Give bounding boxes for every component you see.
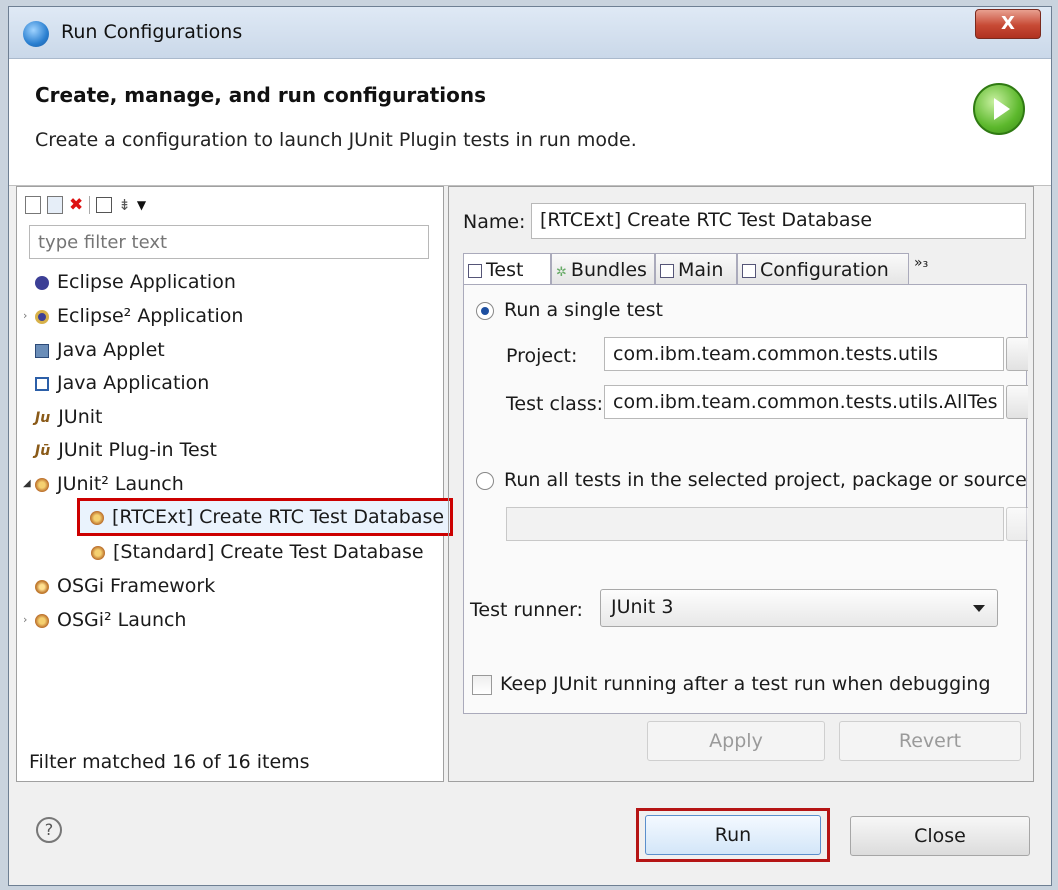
expand-chevron-icon[interactable]: ›	[23, 605, 27, 635]
dropdown-arrow-icon	[973, 605, 985, 612]
config-tabs: Test ✲ Bundles Main Configuration »₃	[463, 253, 1027, 285]
configuration-editor-pane: Name: [RTCExt] Create RTC Test Database …	[448, 186, 1034, 782]
project-label: Project:	[506, 345, 578, 367]
close-button[interactable]: Close	[850, 816, 1030, 856]
tree-item-junit-plugin-test[interactable]: Jū JUnit Plug-in Test	[35, 435, 217, 465]
name-label: Name:	[463, 211, 526, 233]
help-icon[interactable]: ?	[36, 817, 62, 843]
tree-item-standard-create-test-database[interactable]: [Standard] Create Test Database	[91, 537, 424, 567]
tree-item-eclipse2-application[interactable]: › Eclipse² Application	[23, 301, 243, 331]
new-configuration-icon[interactable]	[25, 196, 41, 214]
tab-configuration[interactable]: Configuration	[737, 253, 909, 285]
tree-item-osgi-framework[interactable]: OSGi Framework	[35, 571, 215, 601]
main-tab-icon	[660, 263, 674, 278]
eclipse-application-icon	[35, 275, 49, 290]
more-tabs-chevron[interactable]: »₃	[914, 255, 928, 271]
tab-main[interactable]: Main	[655, 253, 737, 285]
junit2-launch-icon	[35, 477, 49, 492]
tab-test[interactable]: Test	[463, 253, 551, 285]
run-banner-icon	[973, 83, 1025, 135]
filter-input[interactable]	[29, 225, 429, 259]
view-menu-icon[interactable]: ▼	[137, 198, 146, 212]
run-single-test-radio[interactable]	[476, 301, 494, 320]
apply-button[interactable]: Apply	[647, 721, 825, 761]
name-field[interactable]: [RTCExt] Create RTC Test Database	[531, 203, 1026, 239]
junit2-launch-config-icon	[91, 545, 105, 560]
dialog-header: Create, manage, and run configurations C…	[9, 59, 1051, 186]
configuration-tab-icon	[742, 263, 756, 278]
container-field[interactable]	[506, 507, 1004, 541]
test-class-label: Test class:	[506, 393, 604, 415]
java-applet-icon	[35, 343, 49, 358]
keep-junit-running-checkbox[interactable]	[472, 674, 492, 695]
tree-item-osgi2-launch[interactable]: › OSGi² Launch	[23, 605, 186, 635]
tree-item-eclipse-application[interactable]: Eclipse Application	[35, 267, 236, 297]
container-search-button[interactable]	[1006, 507, 1028, 541]
project-browse-button[interactable]	[1006, 337, 1028, 371]
expand-chevron-icon[interactable]: ›	[23, 301, 27, 331]
test-class-field[interactable]: com.ibm.team.common.tests.utils.AllTes	[604, 385, 1004, 419]
header-title: Create, manage, and run configurations	[35, 83, 486, 107]
run-single-test-option[interactable]: Run a single test	[476, 299, 663, 321]
test-runner-label: Test runner:	[470, 599, 583, 621]
bundles-tab-icon: ✲	[556, 265, 567, 280]
duplicate-icon[interactable]	[47, 196, 63, 214]
tree-item-java-applet[interactable]: Java Applet	[35, 335, 165, 365]
eclipse-app-icon	[23, 21, 49, 47]
window-title: Run Configurations	[61, 21, 243, 43]
toolbar-separator	[89, 196, 91, 214]
run-all-tests-radio[interactable]	[476, 471, 494, 490]
collapse-all-icon[interactable]	[96, 197, 113, 213]
run-button-highlight: Run	[636, 808, 830, 862]
java-application-icon	[35, 376, 49, 391]
tree-toolbar: ✖ ⇟ ▼	[25, 193, 146, 217]
run-button[interactable]: Run	[645, 815, 821, 855]
test-tab-icon	[468, 263, 482, 278]
run-all-tests-option[interactable]: Run all tests in the selected project, p…	[476, 469, 1026, 491]
title-bar: Run Configurations X	[9, 7, 1051, 59]
filter-icon[interactable]: ⇟	[118, 196, 131, 214]
tab-bundles[interactable]: ✲ Bundles	[551, 253, 655, 285]
project-field[interactable]: com.ibm.team.common.tests.utils	[604, 337, 1004, 371]
filter-status: Filter matched 16 of 16 items	[29, 751, 310, 773]
tree-item-rtcext-create-rtc-test-database[interactable]: [RTCExt] Create RTC Test Database	[77, 498, 454, 536]
collapse-chevron-icon[interactable]: ◢	[23, 469, 31, 499]
tree-item-java-application[interactable]: Java Application	[35, 368, 209, 398]
delete-icon[interactable]: ✖	[69, 195, 83, 215]
test-tab-panel: Run a single test Project: com.ibm.team.…	[463, 284, 1028, 714]
test-runner-select[interactable]: JUnit 3	[600, 589, 998, 627]
configuration-tree-pane: ✖ ⇟ ▼ Eclipse Application › Eclipse² App…	[16, 186, 454, 782]
osgi2-launch-icon	[35, 613, 49, 628]
test-class-search-button[interactable]	[1006, 385, 1028, 419]
osgi-framework-icon	[35, 579, 49, 594]
tree-item-junit2-launch[interactable]: ◢ JUnit² Launch	[23, 469, 184, 499]
junit-plugin-icon: Jū	[35, 442, 51, 459]
eclipse2-application-icon	[35, 309, 49, 324]
keep-junit-running-option[interactable]: Keep JUnit running after a test run when…	[472, 673, 991, 695]
junit2-launch-config-icon	[90, 510, 104, 525]
tree-item-junit[interactable]: Ju JUnit	[35, 402, 102, 432]
window-close-button[interactable]: X	[975, 9, 1041, 39]
revert-button[interactable]: Revert	[839, 721, 1021, 761]
header-description: Create a configuration to launch JUnit P…	[35, 129, 637, 151]
test-runner-value: JUnit 3	[611, 596, 674, 618]
junit-icon: Ju	[35, 409, 51, 426]
